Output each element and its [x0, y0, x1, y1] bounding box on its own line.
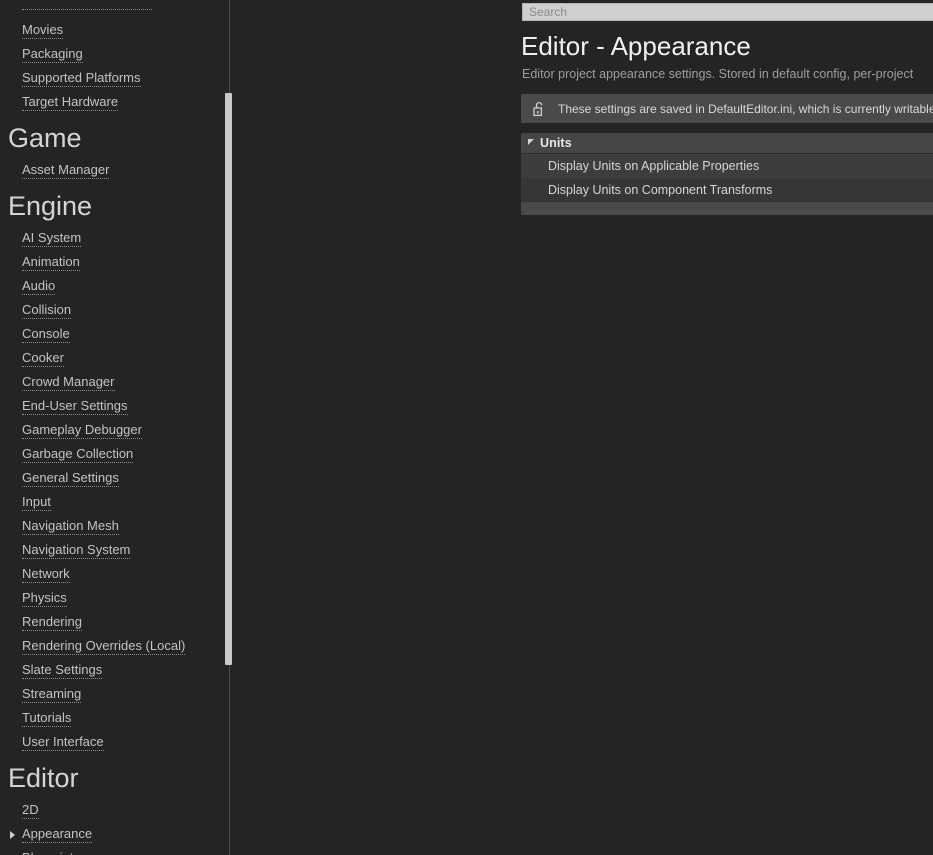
sidebar-item-label: Blueprints [22, 850, 80, 855]
selected-arrow-icon [10, 831, 15, 839]
sidebar-item-blueprints[interactable]: Blueprints [0, 846, 232, 855]
sidebar-item-general-settings[interactable]: General Settings [0, 466, 232, 490]
search-bar[interactable] [522, 3, 933, 21]
expand-collapse-triangle-icon[interactable] [528, 139, 534, 145]
sidebar-item-label: 2D [22, 802, 39, 819]
category-title: Units [540, 136, 572, 150]
sidebar-item-audio[interactable]: Audio [0, 274, 232, 298]
sidebar-item-user-interface[interactable]: User Interface [0, 730, 232, 754]
sidebar-item-movies[interactable]: Movies [0, 18, 232, 42]
sidebar-item-label: Crowd Manager [22, 374, 115, 391]
settings-window: Movies Packaging Supported Platforms Target… [0, 0, 933, 855]
settings-detail-pane: Editor - Appearance Editor project appea… [232, 0, 933, 855]
sidebar-item-console[interactable]: Console [0, 322, 232, 346]
settings-panel: Units Display Units on Applicable Proper… [521, 133, 933, 215]
property-row: Display Units on Applicable Properties [521, 154, 933, 178]
sidebar-item-label: Rendering [22, 614, 82, 631]
sidebar-item-label: End-User Settings [22, 398, 128, 415]
sidebar-item-streaming[interactable]: Streaming [0, 682, 232, 706]
sidebar-item-label: User Interface [22, 734, 104, 751]
sidebar-item-supported-platforms[interactable]: Supported Platforms [0, 66, 232, 90]
sidebar-item-label: Input [22, 494, 51, 511]
unlocked-padlock-icon [533, 101, 546, 117]
sidebar-item-slate-settings[interactable]: Slate Settings [0, 658, 232, 682]
config-writable-notice: These settings are saved in DefaultEdito… [521, 94, 933, 123]
sidebar-item-label: Rendering Overrides (Local) [22, 638, 186, 655]
sidebar-item-label: Target Hardware [22, 94, 119, 111]
sidebar-item-navigation-mesh[interactable]: Navigation Mesh [0, 514, 232, 538]
sidebar-section-engine: Engine [8, 191, 93, 221]
sidebar-scrollbar-thumb[interactable] [225, 93, 232, 665]
sidebar-item-garbage-collection[interactable]: Garbage Collection [0, 442, 232, 466]
sidebar-item-label: Navigation System [22, 542, 131, 559]
sidebar-item-label: Supported Platforms [22, 70, 141, 87]
sidebar-item-label: Network [22, 566, 70, 583]
sidebar-item-label [22, 7, 152, 10]
sidebar-section-game: Game [8, 123, 82, 153]
sidebar-section-editor: Editor [8, 763, 79, 793]
sidebar-item-physics[interactable]: Physics [0, 586, 232, 610]
sidebar-item-label: Appearance [22, 826, 93, 843]
panel-footer [521, 202, 933, 215]
notice-text: These settings are saved in DefaultEdito… [558, 101, 933, 116]
sidebar-item-label: Asset Manager [22, 162, 110, 179]
sidebar-item-asset-manager[interactable]: Asset Manager [0, 158, 232, 182]
sidebar-item-cooker[interactable]: Cooker [0, 346, 232, 370]
sidebar-item-collision[interactable]: Collision [0, 298, 232, 322]
sidebar-item-animation[interactable]: Animation [0, 250, 232, 274]
property-label: Display Units on Applicable Properties [548, 159, 760, 173]
sidebar-item-label: Navigation Mesh [22, 518, 119, 535]
sidebar-item-ai-system[interactable]: AI System [0, 226, 232, 250]
sidebar-item-label: General Settings [22, 470, 119, 487]
sidebar-item-truncated[interactable] [0, 0, 232, 18]
sidebar-item-label: Collision [22, 302, 72, 319]
page-subtitle: Editor project appearance settings. Stor… [522, 67, 914, 81]
page-title: Editor - Appearance [521, 31, 751, 61]
sidebar-item-navigation-system[interactable]: Navigation System [0, 538, 232, 562]
settings-category-sidebar[interactable]: Movies Packaging Supported Platforms Target… [0, 0, 232, 855]
sidebar-item-packaging[interactable]: Packaging [0, 42, 232, 66]
sidebar-item-crowd-manager[interactable]: Crowd Manager [0, 370, 232, 394]
sidebar-item-label: Animation [22, 254, 80, 271]
sidebar-item-gameplay-debugger[interactable]: Gameplay Debugger [0, 418, 232, 442]
sidebar-item-label: AI System [22, 230, 82, 247]
sidebar-item-label: Garbage Collection [22, 446, 134, 463]
sidebar-item-input[interactable]: Input [0, 490, 232, 514]
sidebar-item-rendering-overrides-local[interactable]: Rendering Overrides (Local) [0, 634, 232, 658]
sidebar-item-label: Streaming [22, 686, 82, 703]
sidebar-item-label: Tutorials [22, 710, 72, 727]
sidebar-item-2d[interactable]: 2D [0, 798, 232, 822]
sidebar-item-end-user-settings[interactable]: End-User Settings [0, 394, 232, 418]
sidebar-item-rendering[interactable]: Rendering [0, 610, 232, 634]
sidebar-item-label: Cooker [22, 350, 64, 367]
sidebar-item-label: Physics [22, 590, 67, 607]
sidebar-item-target-hardware[interactable]: Target Hardware [0, 90, 232, 114]
sidebar-item-network[interactable]: Network [0, 562, 232, 586]
sidebar-item-label: Console [22, 326, 70, 343]
property-label: Display Units on Component Transforms [548, 183, 773, 197]
sidebar-item-label: Movies [22, 22, 64, 39]
sidebar-item-tutorials[interactable]: Tutorials [0, 706, 232, 730]
category-header-units[interactable]: Units [521, 133, 933, 154]
sidebar-item-label: Packaging [22, 46, 83, 63]
search-input[interactable] [522, 3, 933, 21]
property-row: Display Units on Component Transforms [521, 178, 933, 202]
sidebar-item-label: Audio [22, 278, 56, 295]
sidebar-item-label: Gameplay Debugger [22, 422, 142, 439]
sidebar-item-appearance[interactable]: Appearance [0, 822, 232, 846]
sidebar-item-label: Slate Settings [22, 662, 103, 679]
